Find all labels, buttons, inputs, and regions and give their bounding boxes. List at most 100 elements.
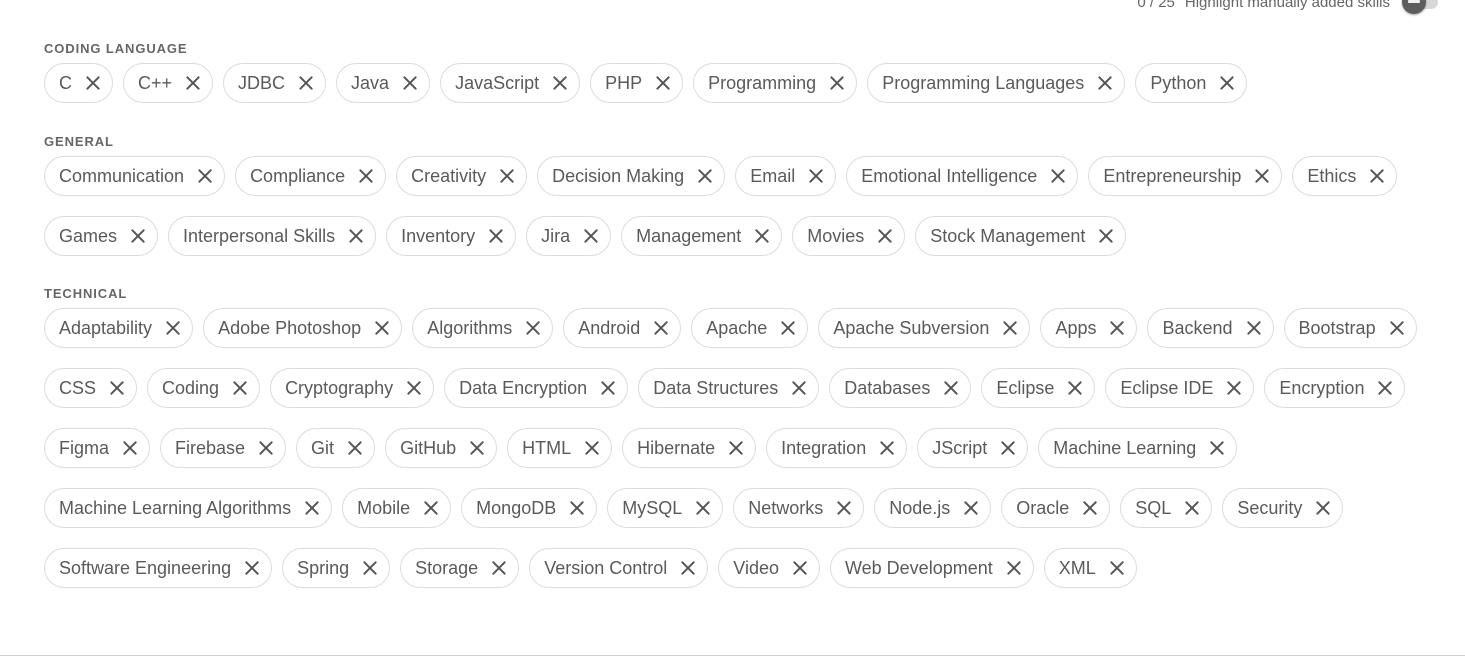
close-icon[interactable] bbox=[654, 321, 668, 335]
skill-chip[interactable]: Cryptography bbox=[270, 368, 435, 408]
close-icon[interactable] bbox=[944, 381, 958, 395]
skill-chip[interactable]: Stock Management bbox=[915, 216, 1127, 256]
close-icon[interactable] bbox=[681, 561, 695, 575]
close-icon[interactable] bbox=[837, 501, 851, 515]
close-icon[interactable] bbox=[698, 169, 712, 183]
close-icon[interactable] bbox=[1227, 381, 1241, 395]
close-icon[interactable] bbox=[1210, 441, 1224, 455]
close-icon[interactable] bbox=[585, 441, 599, 455]
skill-chip[interactable]: Storage bbox=[400, 548, 520, 588]
close-icon[interactable] bbox=[470, 441, 484, 455]
skill-chip[interactable]: Bootstrap bbox=[1283, 308, 1417, 348]
skill-chip[interactable]: XML bbox=[1043, 548, 1137, 588]
close-icon[interactable] bbox=[1378, 381, 1392, 395]
skill-chip[interactable]: Algorithms bbox=[412, 308, 554, 348]
close-icon[interactable] bbox=[1110, 561, 1124, 575]
skill-chip[interactable]: Android bbox=[563, 308, 682, 348]
skill-chip[interactable]: Software Engineering bbox=[44, 548, 273, 588]
close-icon[interactable] bbox=[656, 76, 670, 90]
skill-chip[interactable]: Networks bbox=[733, 488, 865, 528]
close-icon[interactable] bbox=[526, 321, 540, 335]
skill-chip[interactable]: Encryption bbox=[1264, 368, 1406, 408]
skill-chip[interactable]: SQL bbox=[1120, 488, 1213, 528]
skill-chip[interactable]: Eclipse IDE bbox=[1105, 368, 1255, 408]
close-icon[interactable] bbox=[781, 321, 795, 335]
close-icon[interactable] bbox=[570, 501, 584, 515]
close-icon[interactable] bbox=[500, 169, 514, 183]
close-icon[interactable] bbox=[349, 229, 363, 243]
close-icon[interactable] bbox=[407, 381, 421, 395]
skill-chip[interactable]: C bbox=[44, 63, 113, 103]
skill-chip[interactable]: GitHub bbox=[385, 428, 498, 468]
skill-chip[interactable]: Data Encryption bbox=[444, 368, 629, 408]
skill-chip[interactable]: Version Control bbox=[529, 548, 709, 588]
skill-chip[interactable]: HTML bbox=[507, 428, 613, 468]
skill-chip[interactable]: Creativity bbox=[396, 156, 528, 196]
skill-chip[interactable]: Decision Making bbox=[537, 156, 726, 196]
close-icon[interactable] bbox=[198, 169, 212, 183]
close-icon[interactable] bbox=[245, 561, 259, 575]
skill-chip[interactable]: Email bbox=[735, 156, 837, 196]
close-icon[interactable] bbox=[259, 441, 273, 455]
close-icon[interactable] bbox=[696, 501, 710, 515]
close-icon[interactable] bbox=[1099, 229, 1113, 243]
skill-chip[interactable]: JavaScript bbox=[440, 63, 581, 103]
skill-chip[interactable]: Ethics bbox=[1292, 156, 1398, 196]
close-icon[interactable] bbox=[1220, 76, 1234, 90]
close-icon[interactable] bbox=[553, 76, 567, 90]
close-icon[interactable] bbox=[86, 76, 100, 90]
skill-chip[interactable]: Adaptability bbox=[44, 308, 194, 348]
skill-chip[interactable]: Firebase bbox=[160, 428, 287, 468]
skill-chip[interactable]: Git bbox=[296, 428, 376, 468]
skill-chip[interactable]: CSS bbox=[44, 368, 138, 408]
skill-chip[interactable]: PHP bbox=[590, 63, 684, 103]
skill-chip[interactable]: Communication bbox=[44, 156, 226, 196]
close-icon[interactable] bbox=[363, 561, 377, 575]
close-icon[interactable] bbox=[1098, 76, 1112, 90]
skill-chip[interactable]: Oracle bbox=[1001, 488, 1111, 528]
skill-chip[interactable]: Security bbox=[1222, 488, 1344, 528]
skill-chip[interactable]: Node.js bbox=[874, 488, 992, 528]
close-icon[interactable] bbox=[1003, 321, 1017, 335]
skill-chip[interactable]: Compliance bbox=[235, 156, 387, 196]
close-icon[interactable] bbox=[375, 321, 389, 335]
close-icon[interactable] bbox=[964, 501, 978, 515]
skill-chip[interactable]: MySQL bbox=[607, 488, 724, 528]
close-icon[interactable] bbox=[110, 381, 124, 395]
skill-chip[interactable]: JScript bbox=[917, 428, 1029, 468]
skill-chip[interactable]: Spring bbox=[282, 548, 391, 588]
close-icon[interactable] bbox=[601, 381, 615, 395]
skill-chip[interactable]: Eclipse bbox=[981, 368, 1096, 408]
skill-chip[interactable]: Jira bbox=[526, 216, 612, 256]
close-icon[interactable] bbox=[1390, 321, 1404, 335]
skill-chip[interactable]: Mobile bbox=[342, 488, 452, 528]
close-icon[interactable] bbox=[729, 441, 743, 455]
close-icon[interactable] bbox=[1247, 321, 1261, 335]
close-icon[interactable] bbox=[878, 229, 892, 243]
close-icon[interactable] bbox=[1007, 561, 1021, 575]
close-icon[interactable] bbox=[403, 76, 417, 90]
close-icon[interactable] bbox=[166, 321, 180, 335]
skill-chip[interactable]: Video bbox=[718, 548, 820, 588]
skill-chip[interactable]: Backend bbox=[1147, 308, 1274, 348]
skill-chip[interactable]: Hibernate bbox=[622, 428, 757, 468]
skill-chip[interactable]: JDBC bbox=[223, 63, 327, 103]
close-icon[interactable] bbox=[792, 381, 806, 395]
skill-chip[interactable]: Machine Learning bbox=[1038, 428, 1238, 468]
skill-chip[interactable]: Inventory bbox=[386, 216, 517, 256]
close-icon[interactable] bbox=[1001, 441, 1015, 455]
close-icon[interactable] bbox=[1185, 501, 1199, 515]
skill-chip[interactable]: Machine Learning Algorithms bbox=[44, 488, 333, 528]
skill-chip[interactable]: Programming Languages bbox=[867, 63, 1126, 103]
highlight-toggle[interactable] bbox=[1402, 0, 1438, 14]
close-icon[interactable] bbox=[1110, 321, 1124, 335]
close-icon[interactable] bbox=[880, 441, 894, 455]
skill-chip[interactable]: Adobe Photoshop bbox=[203, 308, 403, 348]
skill-chip[interactable]: Integration bbox=[766, 428, 908, 468]
skill-chip[interactable]: Interpersonal Skills bbox=[168, 216, 377, 256]
close-icon[interactable] bbox=[1068, 381, 1082, 395]
skill-chip[interactable]: Programming bbox=[693, 63, 858, 103]
close-icon[interactable] bbox=[830, 76, 844, 90]
skill-chip[interactable]: Java bbox=[336, 63, 431, 103]
close-icon[interactable] bbox=[755, 229, 769, 243]
